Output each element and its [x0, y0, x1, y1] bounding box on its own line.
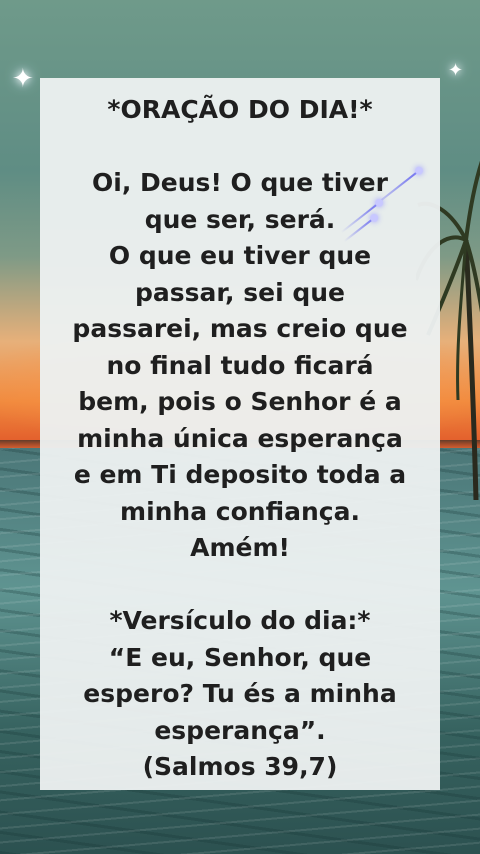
prayer-line: minha única esperança — [77, 423, 403, 453]
prayer-line: bem, pois o Senhor é a — [78, 387, 402, 416]
sparkle-icon: ✦ — [12, 64, 34, 94]
prayer-line: passarei, mas creio que — [72, 314, 408, 343]
verse-line: espero? Tu és a minha — [83, 679, 397, 708]
prayer-title: *ORAÇÃO DO DIA!* — [107, 95, 373, 124]
verse-line: “E eu, Senhor, que — [108, 642, 372, 672]
prayer-amen: Amém! — [190, 533, 290, 562]
prayer-line: minha confiança. — [120, 496, 360, 526]
prayer-line: passar, sei que — [134, 277, 345, 307]
prayer-line: Oi, Deus! O que tiver — [92, 168, 388, 197]
verse-heading: *Versículo do dia:* — [109, 606, 371, 635]
verse-reference: (Salmos 39,7) — [142, 752, 338, 781]
verse-line: esperança”. — [154, 715, 326, 745]
prayer-line: no final tudo ficará — [106, 350, 374, 380]
prayer-line: e em Ti deposito toda a — [73, 460, 407, 489]
prayer-line: O que eu tiver que — [108, 241, 372, 270]
prayer-card: *ORAÇÃO DO DIA!* Oi, Deus! O que tiver q… — [40, 78, 440, 790]
sparkle-icon: ✦ — [448, 60, 464, 81]
